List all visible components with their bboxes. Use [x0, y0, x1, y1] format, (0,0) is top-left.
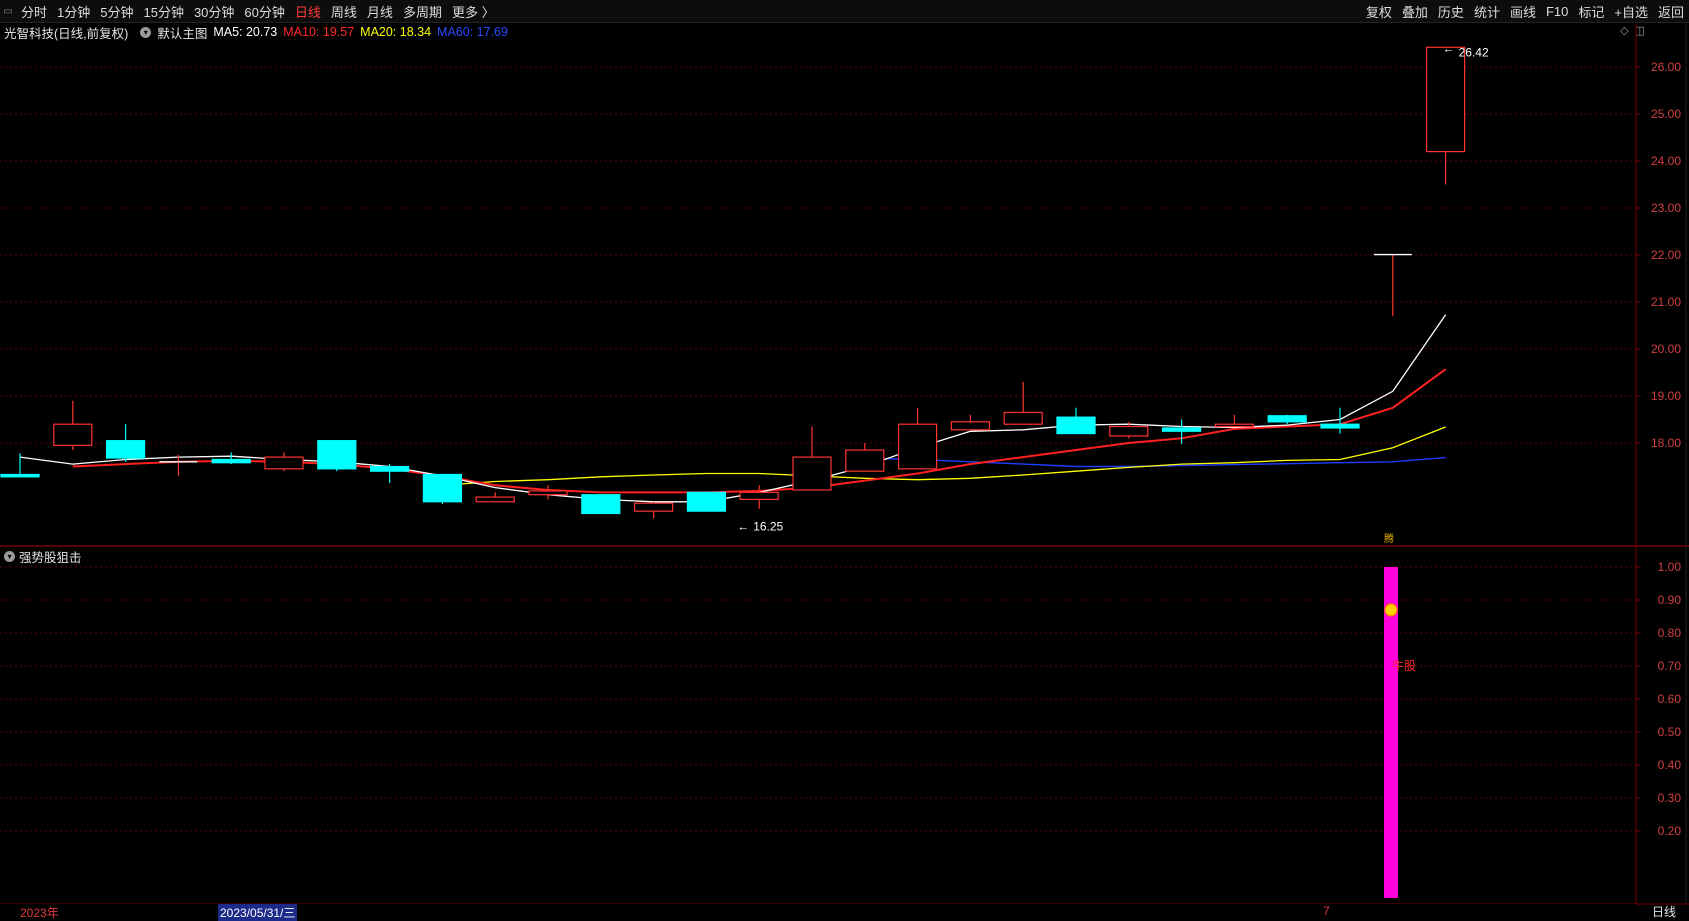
- candle-body: [1320, 423, 1360, 429]
- date-selected: 2023/05/31/三: [218, 904, 298, 921]
- candle-body: [633, 502, 674, 512]
- candle: [264, 452, 304, 472]
- candle: [528, 485, 568, 500]
- candle-body: [422, 473, 462, 503]
- low-price-label: 16.25: [753, 519, 783, 533]
- candle-body: [0, 473, 40, 478]
- candle-body: [950, 421, 991, 431]
- candle-body: [1214, 423, 1255, 428]
- date-axis: 2023年 2023/05/31/三 7: [0, 904, 1636, 921]
- indicator-axis-label: 1.00: [1658, 560, 1682, 574]
- candle: [317, 440, 357, 472]
- candle-body: [686, 491, 727, 512]
- candle-body: [53, 423, 93, 446]
- date-year: 2023年: [20, 906, 59, 920]
- candle: [633, 501, 674, 519]
- indicator-axis-label: 0.50: [1658, 725, 1682, 739]
- candle-body: [739, 491, 779, 501]
- candle: [53, 400, 93, 451]
- candle-body: [475, 496, 515, 503]
- indicator-axis-label: 0.80: [1658, 626, 1682, 640]
- candle-body: [105, 440, 146, 459]
- indicator-axis-label: 0.40: [1658, 758, 1682, 772]
- candle: [950, 414, 991, 431]
- price-label: 18.00: [1651, 436, 1681, 450]
- date-month: 7: [1323, 904, 1330, 918]
- period-tab-daily[interactable]: 日线: [1636, 903, 1689, 919]
- indicator-axis-label: 0.90: [1658, 593, 1682, 607]
- signal-marker-glyph: 腾: [1384, 532, 1394, 545]
- candle: [1425, 46, 1466, 185]
- kline-chart[interactable]: 26.00 25.00 24.00 23.00 22.00 21.00 20.00 19.00…: [0, 0, 1689, 919]
- price-label: 21.00: [1651, 295, 1681, 309]
- candle: [686, 491, 727, 512]
- price-label: 26.00: [1651, 60, 1681, 74]
- candle: [1003, 381, 1043, 425]
- candle-body: [211, 458, 251, 464]
- price-label: 25.00: [1651, 107, 1681, 121]
- candle: [897, 407, 938, 470]
- indicator-axis-label: 0.20: [1658, 824, 1682, 838]
- indicator-signal-bar: [1384, 567, 1398, 898]
- candle-body: [845, 449, 885, 472]
- price-label: 24.00: [1651, 154, 1681, 168]
- candle: [1214, 414, 1255, 428]
- candle: [1373, 253, 1412, 317]
- candle-body: [1425, 46, 1466, 153]
- candle-body: [1161, 427, 1202, 432]
- candle: [1267, 414, 1307, 425]
- candle-body: [792, 456, 832, 491]
- candle-body: [1267, 415, 1307, 423]
- signal-coin-icon: [1384, 603, 1398, 617]
- price-label: 20.00: [1651, 342, 1681, 356]
- candle: [422, 473, 462, 505]
- price-label: 19.00: [1651, 389, 1681, 403]
- candle: [0, 453, 40, 478]
- candle: [1056, 407, 1096, 435]
- ma20-line: [442, 426, 1446, 486]
- candle: [581, 494, 621, 515]
- candle-body: [897, 423, 938, 470]
- candle-body: [1003, 411, 1043, 425]
- indicator-axis-label: 0.30: [1658, 791, 1682, 805]
- indicator-axis-label: 0.70: [1658, 659, 1682, 673]
- signal-label: 牛股: [1392, 658, 1416, 673]
- candle-body: [370, 465, 410, 472]
- candle-body: [317, 440, 357, 470]
- candle-body: [528, 490, 568, 496]
- candle: [370, 464, 410, 483]
- candle: [792, 426, 832, 491]
- candle-body: [1109, 425, 1149, 437]
- high-price-label: 26.42: [1459, 45, 1489, 59]
- high-arrow: ←: [1443, 41, 1455, 55]
- candle: [475, 492, 515, 503]
- candle-body: [1056, 416, 1096, 435]
- low-arrow: ←: [737, 519, 749, 533]
- candle-body: [581, 494, 621, 515]
- candle-body: [264, 456, 304, 470]
- price-label: 23.00: [1651, 201, 1681, 215]
- candle: [845, 443, 885, 472]
- candle: [211, 452, 251, 465]
- price-label: 22.00: [1651, 248, 1681, 262]
- indicator-axis-label: 0.60: [1658, 692, 1682, 706]
- candle: [105, 424, 146, 462]
